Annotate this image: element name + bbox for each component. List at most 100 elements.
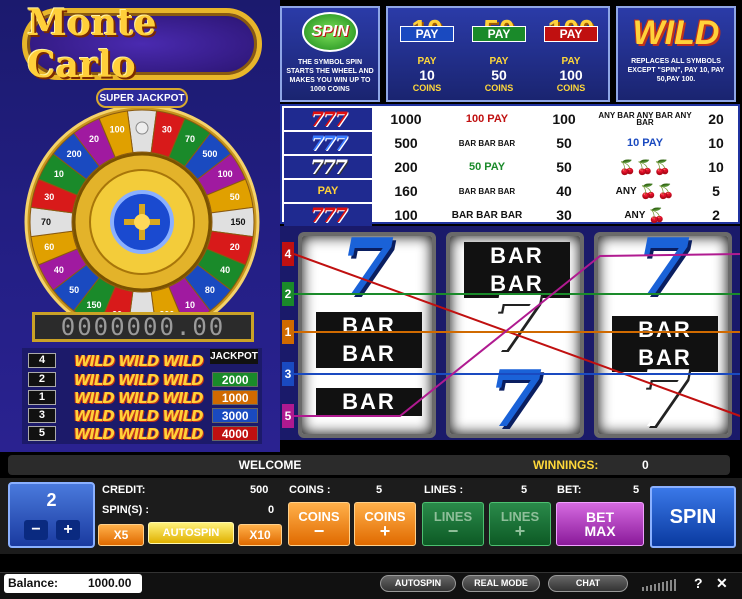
jackpot-row: 1 WILD WILD WILD 1000 — [28, 388, 258, 407]
pay-table: 777 1000 777 500 777 200 PAY 160 777 100… — [280, 104, 740, 227]
coins-label: COINS : — [289, 484, 331, 496]
wheel-segment-label: 100 — [110, 124, 125, 134]
pay-10-word: PAY — [400, 26, 454, 42]
symbol-pay-mixed: PAY — [284, 180, 372, 202]
autospin-mode-button[interactable]: AUTOSPIN — [380, 575, 456, 592]
wheel-segment-label: 30 — [162, 124, 172, 134]
wheel-segment-label: 60 — [44, 242, 54, 252]
pay-unit: COINS — [412, 83, 442, 93]
wheel-segment-label: 50 — [230, 192, 240, 202]
wheel-segment-label: 70 — [185, 134, 195, 144]
jackpot-value: 1000 — [212, 390, 258, 405]
jackpot-row: 2 WILD WILD WILD 2000 — [28, 371, 258, 389]
bet-max-button[interactable]: BET MAX — [556, 502, 644, 546]
wheel-segment-label: 200 — [67, 149, 82, 159]
jackpot-wheel: 1030705001005015020408010200500201505040… — [24, 104, 260, 340]
jackpot-row: 3 WILD WILD WILD 3000 — [28, 406, 258, 425]
payout-value: 100 — [394, 207, 418, 223]
balance-value: 1000.00 — [88, 576, 132, 590]
spin-description: THE SYMBOL SPIN STARTS THE WHEEL AND MAK… — [286, 59, 374, 93]
wheel-segment-label: 40 — [220, 265, 230, 275]
welcome-message: WELCOME — [238, 458, 302, 472]
line-number: 1 — [28, 390, 56, 405]
x5-button[interactable]: X5 — [98, 524, 144, 546]
payout-value: 2 — [712, 207, 720, 223]
lines-value: 5 — [521, 484, 528, 496]
symbol-bar-bar-bar: BAR BAR BAR — [458, 186, 516, 196]
symbol-50-pay: 50 PAY — [468, 161, 506, 173]
x10-button[interactable]: X10 — [238, 524, 282, 546]
pay-50-block: 50 PAY PAY 50 COINS — [466, 14, 532, 93]
payout-value: 100 — [552, 111, 576, 127]
real-mode-button[interactable]: REAL MODE — [462, 575, 540, 592]
symbol-10-pay: 10 PAY — [626, 137, 664, 149]
reel-area: 4 2 1 3 5 7 BAR BAR BAR BAR BAR 7 7 7 BA… — [280, 226, 740, 440]
pay-100-block: 100 PAY PAY 100 COINS — [538, 14, 604, 93]
symbol-bar-bar-bar: BAR BAR BAR — [458, 138, 516, 148]
coins-value: 5 — [376, 484, 383, 496]
symbol-any-bar: ANY BAR ANY BAR ANY BAR — [598, 111, 692, 127]
coins-plus-button[interactable]: COINS + — [354, 502, 416, 546]
spins-value: 0 — [268, 504, 275, 516]
spin-button[interactable]: SPIN — [650, 486, 736, 548]
wheel-segment-label: 150 — [230, 217, 245, 227]
wheel-segment-label: 20 — [230, 242, 240, 252]
wheel-segment-label: 10 — [54, 169, 64, 179]
pay-unit: COINS — [556, 83, 586, 93]
payout-value: 40 — [556, 183, 572, 199]
wheel-segment-label: 100 — [218, 169, 233, 179]
wild-combo: WILD WILD WILD — [73, 406, 204, 425]
coins-minus-button[interactable]: COINS − — [288, 502, 350, 546]
bet-level-plus-button[interactable]: + — [56, 520, 80, 540]
payout-value: 200 — [394, 159, 418, 175]
jackpot-header: JACKPOT — [210, 349, 258, 364]
symbol-777-red: 777 — [284, 107, 372, 131]
autospin-button[interactable]: AUTOSPIN — [148, 522, 234, 544]
symbol-bar-bar-bar: BAR BAR BAR — [451, 209, 523, 221]
cherry-icon: 🍒🍒 — [639, 182, 675, 199]
pay-value: 100 — [559, 67, 583, 83]
cherry-icon: 🍒🍒🍒 — [618, 158, 672, 175]
help-button[interactable]: ? — [694, 575, 703, 591]
credit-label: CREDIT: — [102, 484, 146, 496]
lines-plus-button[interactable]: LINES + — [489, 502, 551, 546]
bet-value: 5 — [633, 484, 640, 496]
payout-value: 160 — [394, 183, 418, 199]
line-number: 2 — [28, 372, 56, 387]
balance-box: Balance: 1000.00 — [4, 574, 142, 593]
symbol-any-cherry: ANY 🍒 — [624, 206, 666, 223]
payout-value: 50 — [556, 135, 572, 151]
payout-value: 20 — [708, 111, 724, 127]
bet-label: BET: — [557, 484, 582, 496]
payout-value: 50 — [556, 159, 572, 175]
pay-unit: COINS — [484, 83, 514, 93]
logo-text: Monte Carlo — [27, 2, 157, 86]
wheel-segment-label: 70 — [41, 217, 51, 227]
payout-value: 500 — [394, 135, 418, 151]
monte-carlo-logo: Monte Carlo — [22, 2, 262, 86]
symbol-any-two-cherries: ANY 🍒🍒 — [615, 182, 675, 199]
close-button[interactable]: ✕ — [716, 575, 728, 592]
lines-minus-button[interactable]: LINES − — [422, 502, 484, 546]
paylines — [293, 253, 740, 417]
wild-combo: WILD WILD WILD — [74, 351, 204, 370]
jackpot-row: 5 WILD WILD WILD 4000 — [28, 425, 258, 443]
wheel-segment-label: 20 — [89, 134, 99, 144]
pay-value: 50 — [491, 67, 507, 83]
wheel-segment-label: 40 — [54, 265, 64, 275]
symbol-three-cherries: 🍒🍒🍒 — [598, 156, 692, 178]
wheel-segment-label: 150 — [86, 300, 101, 310]
symbol-100-pay: 100 PAY — [465, 113, 509, 125]
line-number: 3 — [28, 408, 56, 423]
chat-button[interactable]: CHAT — [548, 575, 628, 592]
pay-100-symbol: 100 PAY — [538, 14, 604, 56]
pay-label: PAY — [417, 56, 437, 67]
bet-level-minus-button[interactable]: − — [24, 520, 48, 540]
cherry-icon: 🍒 — [648, 206, 666, 223]
signal-icon — [642, 578, 686, 591]
pay-100-word: PAY — [544, 26, 598, 42]
pay-label: PAY — [489, 56, 509, 67]
wild-combo: WILD WILD WILD — [73, 388, 204, 407]
payout-value: 10 — [708, 135, 724, 151]
bet-level-value: 2 — [46, 490, 57, 510]
